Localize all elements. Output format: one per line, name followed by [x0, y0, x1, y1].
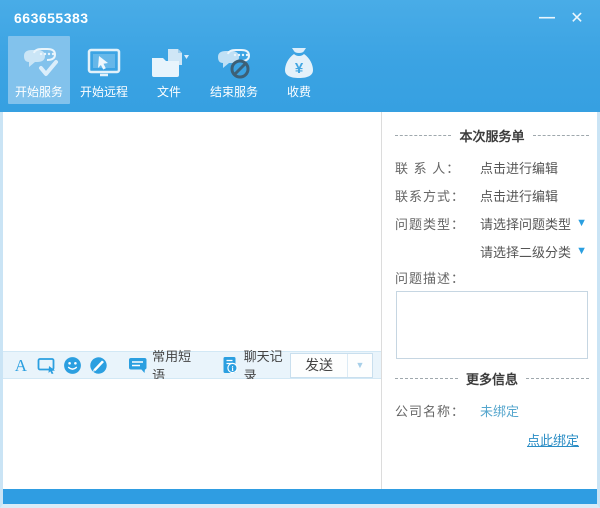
- bind-company-link[interactable]: 点此绑定: [527, 430, 579, 449]
- remote-monitor-icon: [84, 44, 124, 84]
- start-service-label: 开始服务: [15, 84, 63, 100]
- company-row: 公司名称： 未绑定: [395, 397, 589, 423]
- contact-method-label: 联系方式：: [395, 186, 475, 205]
- screenshot-button[interactable]: [37, 355, 57, 375]
- issue-description-label: 问题描述：: [395, 265, 589, 289]
- start-remote-button[interactable]: 开始远程: [73, 36, 135, 104]
- dashed-divider: [533, 135, 590, 136]
- chat-pane: A: [3, 112, 381, 489]
- charge-button[interactable]: ¥ 收费: [268, 36, 330, 104]
- money-bag-icon: ¥: [281, 44, 317, 84]
- message-input[interactable]: [3, 379, 381, 489]
- service-section-header: 本次服务单: [395, 126, 589, 145]
- chat-message-area: [3, 112, 381, 351]
- screenshot-icon: [37, 356, 57, 374]
- issue-type-label: 问题类型：: [395, 214, 475, 233]
- issue-type-row: 问题类型： 请选择问题类型 ▼: [395, 210, 589, 236]
- contact-method-row: 联系方式： 点击进行编辑: [395, 182, 589, 208]
- company-label: 公司名称：: [395, 401, 475, 420]
- contact-method-edit-value[interactable]: 点击进行编辑: [475, 186, 589, 205]
- company-value: 未绑定: [475, 401, 589, 420]
- minimize-button[interactable]: —: [536, 7, 558, 29]
- more-info-section-title: 更多信息: [458, 369, 526, 388]
- svg-text:i: i: [231, 364, 233, 373]
- svg-text:¥: ¥: [295, 60, 304, 77]
- chevron-down-icon: ▼: [356, 360, 365, 370]
- history-doc-icon: i: [220, 355, 240, 375]
- send-button-group: 发送 ▼: [290, 353, 373, 378]
- dashed-divider: [395, 135, 452, 136]
- doodle-pen-icon: [89, 356, 108, 375]
- start-service-button[interactable]: 开始服务: [8, 36, 70, 104]
- file-button[interactable]: 文件: [138, 36, 200, 104]
- emoji-button[interactable]: [63, 355, 83, 375]
- bind-row: 点此绑定: [395, 424, 589, 449]
- dashed-divider: [395, 378, 458, 379]
- window-header: 663655383 — ✕ 开始服务: [0, 0, 600, 112]
- main-toolbar: 开始服务 开始远程: [0, 36, 600, 106]
- issue-description-textarea[interactable]: [396, 291, 588, 359]
- window-body: A: [0, 112, 600, 508]
- file-label: 文件: [157, 84, 181, 100]
- main-area: A: [3, 112, 597, 489]
- font-a-icon: A: [15, 357, 27, 374]
- doodle-button[interactable]: [88, 355, 108, 375]
- emoji-smiley-icon: [63, 356, 82, 375]
- window-controls: — ✕: [536, 7, 588, 29]
- start-remote-label: 开始远程: [80, 84, 128, 100]
- service-form-panel: 本次服务单 联 系 人： 点击进行编辑 联系方式： 点击进行编辑 问题类型： 请…: [382, 112, 597, 489]
- issue-type-dropdown-icon[interactable]: ▼: [571, 217, 589, 229]
- close-button[interactable]: ✕: [566, 7, 588, 29]
- issue-subtype-select[interactable]: 请选择二级分类: [475, 242, 571, 261]
- issue-type-select[interactable]: 请选择问题类型: [475, 214, 571, 233]
- chat-check-icon: [19, 44, 59, 84]
- bottom-status-bar: [3, 489, 597, 504]
- send-button[interactable]: 发送: [291, 354, 347, 377]
- dashed-divider: [526, 378, 589, 379]
- end-service-button[interactable]: 结束服务: [203, 36, 265, 104]
- contact-label: 联 系 人：: [395, 158, 475, 177]
- issue-subtype-row: 请选择二级分类 ▼: [395, 238, 589, 264]
- contact-edit-value[interactable]: 点击进行编辑: [475, 158, 589, 177]
- file-folder-icon: [148, 44, 190, 84]
- titlebar: 663655383 — ✕: [0, 0, 600, 36]
- app-window: 663655383 — ✕ 开始服务: [0, 0, 600, 508]
- font-format-button[interactable]: A: [11, 355, 31, 375]
- window-title: 663655383: [14, 10, 89, 26]
- service-section-title: 本次服务单: [451, 126, 532, 145]
- contact-row: 联 系 人： 点击进行编辑: [395, 154, 589, 180]
- more-info-section-header: 更多信息: [395, 369, 589, 388]
- charge-label: 收费: [287, 84, 311, 100]
- send-options-dropdown[interactable]: ▼: [347, 354, 372, 377]
- chat-stop-icon: [213, 44, 255, 84]
- chat-toolbar: A: [3, 351, 381, 379]
- phrases-bubble-icon: [128, 355, 148, 375]
- issue-subtype-dropdown-icon[interactable]: ▼: [571, 245, 589, 257]
- end-service-label: 结束服务: [210, 84, 258, 100]
